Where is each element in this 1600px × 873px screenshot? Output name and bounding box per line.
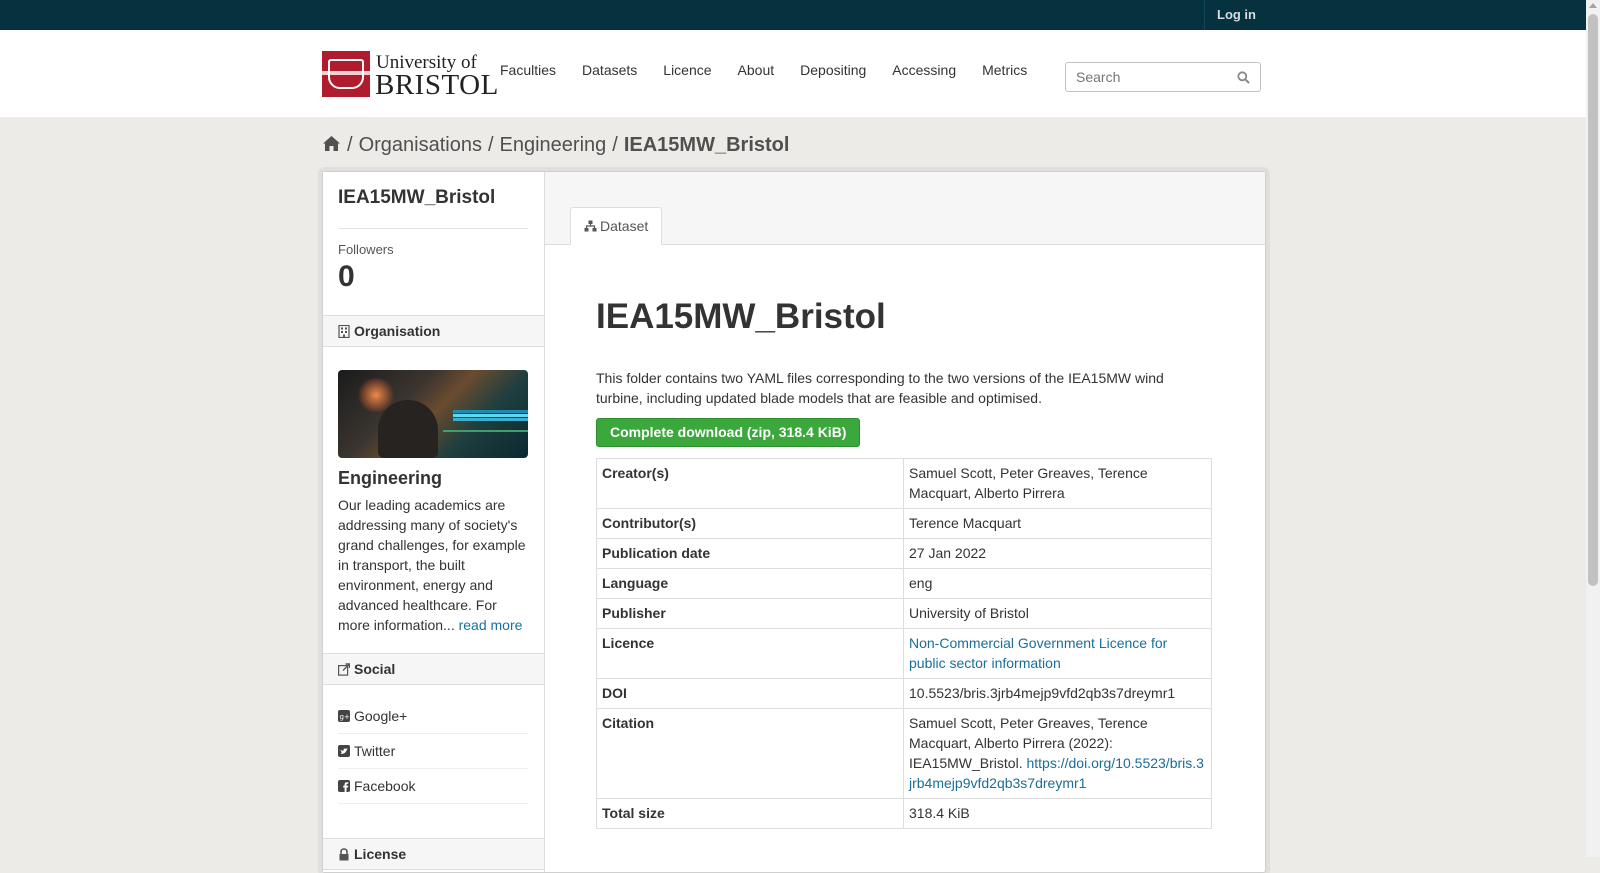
table-row: Publication date 27 Jan 2022: [596, 538, 1212, 569]
home-icon: [323, 136, 340, 151]
scroll-up-arrow-icon[interactable]: [1589, 3, 1597, 8]
table-row: Total size 318.4 KiB: [596, 798, 1212, 829]
organisation-image[interactable]: [338, 370, 528, 458]
license-heading: License: [323, 838, 544, 870]
social-google-plus[interactable]: g+ Google+: [338, 699, 528, 734]
search-input[interactable]: [1076, 68, 1226, 86]
lock-icon: [339, 848, 349, 861]
social-heading: Social: [323, 653, 544, 685]
crest-icon: [322, 51, 370, 97]
table-row: DOI 10.5523/bris.3jrb4mejp9vfd2qb3s7drey…: [596, 678, 1212, 709]
organisation-description-text: Our leading academics are addressing man…: [338, 497, 526, 633]
breadcrumb-separator: /: [612, 134, 618, 156]
sidebar: IEA15MW_Bristol Followers 0 Organisation…: [323, 172, 545, 872]
breadcrumb-current: IEA15MW_Bristol: [623, 134, 790, 156]
masthead: University of BRISTOL Faculties Datasets…: [0, 30, 1586, 117]
creators-value: Samuel Scott, Peter Greaves, Terence Mac…: [903, 458, 1212, 509]
complete-download-button[interactable]: Complete download (zip, 318.4 KiB): [596, 418, 861, 447]
organisation-heading-label: Organisation: [354, 323, 441, 339]
svg-text:g+: g+: [340, 713, 350, 721]
facebook-icon: [338, 780, 350, 792]
licence-value: Non-Commercial Government Licence for pu…: [903, 628, 1212, 679]
social-list: g+ Google+ Twitter Facebook: [338, 699, 528, 804]
page-scrollbar[interactable]: [1586, 0, 1600, 857]
breadcrumb-home[interactable]: [322, 134, 341, 156]
table-row: Language eng: [596, 568, 1212, 599]
contributors-value: Terence Macquart: [903, 508, 1212, 539]
organisation-name: Engineering: [338, 468, 443, 488]
read-more-link[interactable]: read more: [459, 617, 523, 633]
language-label: Language: [596, 568, 904, 599]
dataset-description: This folder contains two YAML files corr…: [596, 370, 1164, 406]
main-content: Dataset IEA15MW_Bristol This folder cont…: [545, 172, 1265, 872]
publisher-label: Publisher: [596, 598, 904, 629]
twitter-icon: [338, 745, 350, 757]
social-facebook[interactable]: Facebook: [338, 769, 528, 804]
tab-dataset-label: Dataset: [600, 218, 649, 234]
table-row: Licence Non-Commercial Government Licenc…: [596, 628, 1212, 679]
login-link[interactable]: Log in: [1204, 0, 1268, 30]
followers-count: 0: [338, 260, 355, 293]
dataset-title: IEA15MW_Bristol: [596, 297, 886, 336]
organisation-heading: Organisation: [323, 315, 544, 347]
organisation-description: Our leading academics are addressing man…: [338, 495, 530, 635]
doi-label: DOI: [596, 678, 904, 709]
total-size-value: 318.4 KiB: [903, 798, 1212, 829]
total-size-label: Total size: [596, 798, 904, 829]
table-row: Creator(s) Samuel Scott, Peter Greaves, …: [596, 458, 1212, 509]
sidebar-title: IEA15MW_Bristol: [338, 187, 496, 208]
nav-about[interactable]: About: [725, 60, 788, 80]
table-row: Citation Samuel Scott, Peter Greaves, Te…: [596, 708, 1212, 799]
contributors-label: Contributor(s): [596, 508, 904, 539]
main-nav: Faculties Datasets Licence About Deposit…: [487, 60, 1040, 80]
breadcrumb-separator: /: [487, 134, 494, 156]
breadcrumb-engineering[interactable]: Engineering: [500, 134, 607, 156]
breadcrumb-separator: /: [347, 134, 353, 156]
scrollbar-thumb[interactable]: [1588, 14, 1598, 586]
search-icon[interactable]: [1237, 71, 1250, 84]
tab-bar: Dataset: [545, 172, 1265, 245]
nav-faculties[interactable]: Faculties: [487, 60, 569, 80]
nav-metrics[interactable]: Metrics: [969, 60, 1040, 80]
search-box: [1065, 62, 1261, 92]
breadcrumb: / Organisations / Engineering / IEA15MW_Brist…: [322, 132, 789, 158]
licence-label: Licence: [596, 628, 904, 679]
university-logo[interactable]: University of BRISTOL: [322, 51, 498, 101]
publication-date-label: Publication date: [596, 538, 904, 569]
publisher-value: University of Bristol: [903, 598, 1212, 629]
content-wrapper: IEA15MW_Bristol Followers 0 Organisation…: [322, 171, 1266, 873]
account-bar: Log in: [0, 0, 1586, 30]
followers-label: Followers: [338, 242, 394, 257]
publication-date-value: 27 Jan 2022: [903, 538, 1212, 569]
table-row: Publisher University of Bristol: [596, 598, 1212, 629]
social-label: Facebook: [354, 778, 416, 794]
google-plus-icon: g+: [338, 710, 350, 722]
building-icon: [338, 325, 350, 338]
citation-label: Citation: [596, 708, 904, 799]
social-heading-label: Social: [354, 661, 396, 677]
sitemap-icon: [584, 220, 597, 232]
tab-dataset[interactable]: Dataset: [570, 207, 663, 245]
nav-datasets[interactable]: Datasets: [569, 60, 650, 80]
citation-value: Samuel Scott, Peter Greaves, Terence Mac…: [903, 708, 1212, 799]
social-label: Twitter: [354, 743, 396, 759]
table-row: Contributor(s) Terence Macquart: [596, 508, 1212, 539]
creators-text: Samuel Scott, Peter Greaves, Terence Mac…: [909, 465, 1148, 501]
language-value: eng: [903, 568, 1212, 599]
license-heading-label: License: [354, 846, 407, 862]
doi-value: 10.5523/bris.3jrb4mejp9vfd2qb3s7dreymr1: [903, 678, 1212, 709]
logo-line2: BRISTOL: [375, 69, 499, 101]
licence-link[interactable]: Non-Commercial Government Licence for pu…: [909, 635, 1167, 671]
breadcrumb-organisations[interactable]: Organisations: [359, 134, 482, 156]
creators-label: Creator(s): [596, 458, 904, 509]
share-icon: [338, 663, 350, 676]
nav-accessing[interactable]: Accessing: [879, 60, 969, 80]
divider: [338, 228, 528, 229]
nav-depositing[interactable]: Depositing: [787, 60, 879, 80]
nav-licence[interactable]: Licence: [650, 60, 724, 80]
metadata-table: Creator(s) Samuel Scott, Peter Greaves, …: [596, 458, 1212, 829]
social-twitter[interactable]: Twitter: [338, 734, 528, 769]
social-label: Google+: [354, 708, 408, 724]
